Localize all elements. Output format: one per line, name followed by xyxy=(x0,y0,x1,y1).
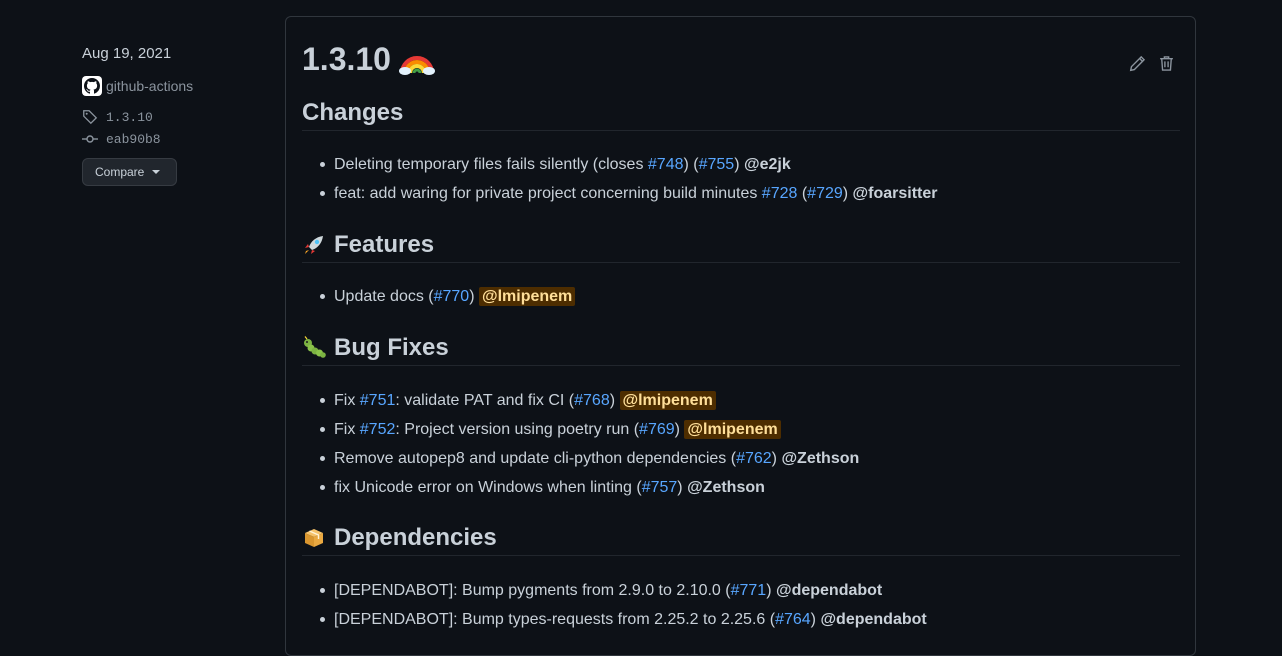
item-text: ) xyxy=(766,582,776,599)
issue-link[interactable]: #752 xyxy=(360,421,396,438)
item-text: Remove autopep8 and update cli-python de… xyxy=(334,450,737,467)
rainbow-emoji xyxy=(398,43,435,75)
user-mention[interactable]: @Zethson xyxy=(781,450,859,467)
item-text: Update docs ( xyxy=(334,288,434,305)
commit-sha[interactable]: eab90b8 xyxy=(106,132,161,147)
list-item: Fix #752: Project version using poetry r… xyxy=(318,415,1178,444)
issue-link[interactable]: #762 xyxy=(736,450,772,467)
item-text: ) xyxy=(771,450,782,467)
section-title: Bug Fixes xyxy=(334,333,449,361)
package-emoji xyxy=(302,526,326,550)
section-title: Features xyxy=(334,230,435,258)
section-title: Dependencies xyxy=(334,523,497,551)
item-text: Fix xyxy=(334,421,360,438)
compare-label: Compare xyxy=(95,165,145,179)
item-text: Deleting temporary files fails silently … xyxy=(334,156,648,173)
dependencies-list: [DEPENDABOT]: Bump pygments from 2.9.0 t… xyxy=(318,576,1178,634)
release-card: 1.3.10 Changes Deleting temporary files … xyxy=(285,16,1196,656)
features-list: Update docs (#770) @lmipenem xyxy=(318,282,1178,311)
section-dependencies-heading: Dependencies xyxy=(302,522,1180,556)
tag-icon xyxy=(82,109,98,125)
release-sidebar: Aug 19, 2021 github-actions 1.3.10 eab90… xyxy=(82,44,272,186)
list-item: [DEPENDABOT]: Bump pygments from 2.9.0 t… xyxy=(318,576,1178,605)
user-mention[interactable]: @lmipenem xyxy=(478,287,576,306)
issue-link[interactable]: #755 xyxy=(699,156,735,173)
user-mention[interactable]: @foarsitter xyxy=(853,185,938,202)
list-item: feat: add waring for private project con… xyxy=(318,179,1178,208)
pencil-icon[interactable] xyxy=(1129,55,1146,72)
item-text: ) xyxy=(734,156,744,173)
tag-label[interactable]: 1.3.10 xyxy=(106,110,153,125)
user-mention[interactable]: @lmipenem xyxy=(684,420,781,439)
item-text: ) xyxy=(810,611,821,628)
issue-link[interactable]: #728 xyxy=(762,185,798,202)
rocket-emoji xyxy=(302,233,326,257)
release-actions xyxy=(1129,55,1175,72)
issue-link[interactable]: #757 xyxy=(642,479,678,496)
item-text: ) xyxy=(677,479,688,496)
issue-link[interactable]: #729 xyxy=(807,185,843,202)
user-mention[interactable]: @Zethson xyxy=(687,479,765,496)
item-text: ( xyxy=(797,185,808,202)
item-text: ) xyxy=(674,421,685,438)
item-text: ) xyxy=(842,185,853,202)
list-item: Update docs (#770) @lmipenem xyxy=(318,282,1178,311)
section-bugfixes-heading: Bug Fixes xyxy=(302,332,1180,366)
item-text: ) xyxy=(469,288,479,305)
item-text: ) xyxy=(609,392,620,409)
bugfixes-list: Fix #751: validate PAT and fix CI (#768)… xyxy=(318,386,1178,502)
issue-link[interactable]: #769 xyxy=(639,421,675,438)
item-text: feat: add waring for private project con… xyxy=(334,185,762,202)
github-mark-icon xyxy=(82,76,102,96)
user-mention[interactable]: @e2jk xyxy=(744,156,791,173)
user-mention[interactable]: @dependabot xyxy=(820,611,926,628)
release-date: Aug 19, 2021 xyxy=(82,45,172,62)
release-tag[interactable]: 1.3.10 xyxy=(82,106,272,128)
item-text: Fix xyxy=(334,392,360,409)
section-title: Changes xyxy=(302,98,404,126)
list-item: fix Unicode error on Windows when lintin… xyxy=(318,473,1178,502)
item-text: : validate PAT and fix CI ( xyxy=(395,392,575,409)
issue-link[interactable]: #770 xyxy=(434,288,470,305)
issue-link[interactable]: #748 xyxy=(648,156,684,173)
user-mention[interactable]: @dependabot xyxy=(776,582,882,599)
release-title-text: 1.3.10 xyxy=(302,40,391,77)
trash-icon[interactable] xyxy=(1158,55,1175,72)
release-commit[interactable]: eab90b8 xyxy=(82,128,272,150)
issue-link[interactable]: #771 xyxy=(731,582,767,599)
author-name[interactable]: github-actions xyxy=(106,78,193,94)
user-mention[interactable]: @lmipenem xyxy=(619,391,716,410)
item-text: fix Unicode error on Windows when lintin… xyxy=(334,479,642,496)
caret-down-icon xyxy=(152,170,161,174)
item-text: [DEPENDABOT]: Bump types-requests from 2… xyxy=(334,611,776,628)
section-changes-heading: Changes xyxy=(302,97,1180,131)
list-item: [DEPENDABOT]: Bump types-requests from 2… xyxy=(318,605,1178,634)
release-author[interactable]: github-actions xyxy=(82,76,272,96)
release-title: 1.3.10 xyxy=(302,39,435,79)
item-text: [DEPENDABOT]: Bump pygments from 2.9.0 t… xyxy=(334,582,731,599)
list-item: Remove autopep8 and update cli-python de… xyxy=(318,444,1178,473)
list-item: Fix #751: validate PAT and fix CI (#768)… xyxy=(318,386,1178,415)
issue-link[interactable]: #768 xyxy=(574,392,610,409)
git-commit-icon xyxy=(82,131,98,147)
bug-emoji xyxy=(302,335,326,360)
changes-list: Deleting temporary files fails silently … xyxy=(318,150,1178,208)
section-features-heading: Features xyxy=(302,229,1180,263)
issue-link[interactable]: #751 xyxy=(360,392,396,409)
list-item: Deleting temporary files fails silently … xyxy=(318,150,1178,179)
item-text: ) ( xyxy=(683,156,699,173)
issue-link[interactable]: #764 xyxy=(775,611,811,628)
compare-button[interactable]: Compare xyxy=(82,158,177,186)
item-text: : Project version using poetry run ( xyxy=(395,421,640,438)
